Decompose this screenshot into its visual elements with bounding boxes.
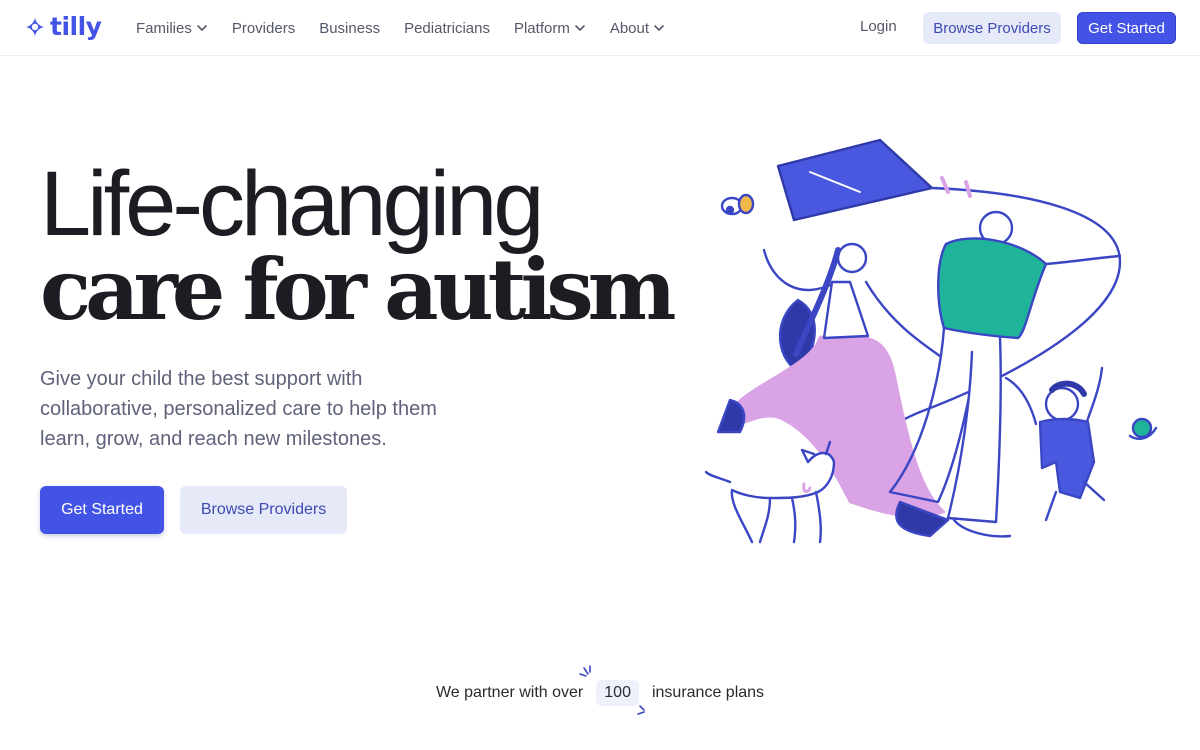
nav-about-label: About [609,19,650,37]
nav-pediatricians[interactable]: Pediatricians [404,20,490,37]
nav-providers-label: Providers [231,19,296,37]
hero-title-line-2: care for autism [40,240,677,339]
logo-mark-icon [25,17,45,37]
partner-suffix: insurance plans [651,684,765,701]
snail-doodle [1128,417,1158,440]
butterfly-doodle [720,193,755,216]
nav-pediatricians-label: Pediatricians [404,19,490,37]
nav-about[interactable]: About [610,20,665,37]
hero-subtitle: Give your child the best support with co… [40,368,437,450]
nav-families-label: Families [136,19,192,37]
chevron-down-icon [575,25,585,32]
logo-wordmark: tilly [50,12,102,41]
tilly-logo[interactable]: tilly [24,12,102,41]
sparkle-icon [579,665,592,677]
partner-count-badge: 100 [579,665,646,715]
chevron-down-icon [654,25,664,32]
login-link[interactable]: Login [860,18,897,35]
sparkle-icon [637,705,646,715]
chevron-down-icon [197,25,207,32]
nav-platform-label: Platform [513,19,570,37]
insurance-partner-line: We partner with over 100 insurance plans [0,665,1200,715]
partner-prefix: We partner with over [435,684,584,701]
main-menu: Families Providers Business Pediatrician… [136,0,689,56]
nav-business-label: Business [319,19,381,37]
family-kite-illustration [704,138,1158,544]
hero-browse-providers-button[interactable]: Browse Providers [180,486,347,534]
nav-families[interactable]: Families [136,20,208,37]
nav-browse-providers-button[interactable]: Browse Providers [923,12,1061,44]
child-figure [1004,366,1106,522]
nav-providers[interactable]: Providers [232,20,295,37]
top-nav: tilly Families Providers Business Pediat… [0,0,1200,56]
nav-business[interactable]: Business [319,20,380,37]
partner-count: 100 [604,684,631,701]
dog-figure [704,440,836,544]
kite-shape [776,138,934,222]
nav-get-started-button[interactable]: Get Started [1077,12,1176,44]
hero-get-started-button[interactable]: Get Started [40,486,164,534]
nav-platform[interactable]: Platform [514,20,586,37]
